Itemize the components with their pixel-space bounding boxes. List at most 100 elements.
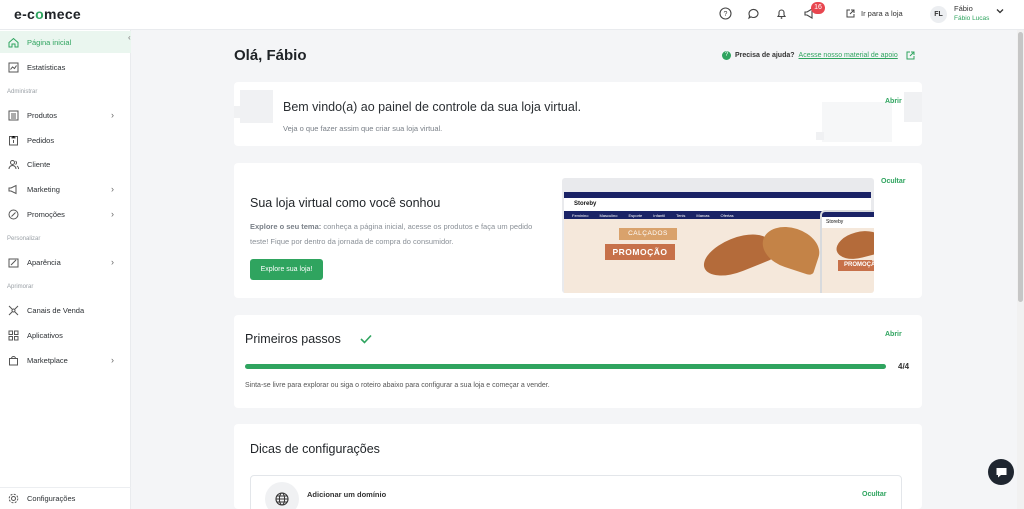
help-label: Precisa de ajuda? <box>735 52 795 59</box>
store-preview-image[interactable]: Storeby Feminino Masculino Esporte Infantil… <box>562 178 874 293</box>
top-bar: e-comece ? 16 Ir para a loja FL Fábio Fá… <box>0 0 1024 30</box>
sidebar-item-marketing[interactable]: Marketing › <box>0 178 131 200</box>
bag-icon <box>7 354 19 366</box>
progress-bar-fill <box>245 364 886 369</box>
chevron-down-icon[interactable] <box>996 7 1004 17</box>
globe-icon <box>265 482 299 509</box>
sidebar-item-sales-channels[interactable]: Canais de Venda <box>0 299 131 321</box>
preview-promo-banner: PROMOÇÃO <box>605 244 675 260</box>
user-name: Fábio <box>954 4 973 13</box>
decoration-block <box>904 92 922 122</box>
welcome-open-button[interactable]: Abrir <box>885 98 902 105</box>
chat-bubble-icon[interactable] <box>746 6 761 21</box>
topbar-icons: ? 16 <box>718 2 825 21</box>
sidebar-item-label: Marketplace <box>27 355 68 365</box>
clients-icon <box>7 158 19 170</box>
home-icon <box>7 36 19 48</box>
chart-icon <box>7 61 19 73</box>
help-link[interactable]: Acesse nosso material de apoio <box>799 52 898 59</box>
external-link-icon[interactable] <box>906 51 915 60</box>
sidebar-section-administrar: Administrar <box>7 89 38 95</box>
megaphone-notification-icon[interactable]: 16 <box>802 2 825 21</box>
sidebar-item-label: Aparência <box>27 257 61 267</box>
sidebar-item-settings[interactable]: Configurações <box>0 487 131 509</box>
chevron-right-icon: › <box>111 355 114 365</box>
help-banner: ? Precisa de ajuda? Acesse nosso materia… <box>722 51 915 60</box>
orders-icon <box>7 134 19 146</box>
sidebar-item-label: Configurações <box>27 494 76 503</box>
channels-icon <box>7 304 19 316</box>
chevron-right-icon: › <box>111 209 114 219</box>
svg-text:?: ? <box>724 11 728 18</box>
store-preview-title: Sua loja virtual como você sonhou <box>250 196 441 210</box>
sidebar-item-promotions[interactable]: Promoções › <box>0 203 131 225</box>
sidebar-item-apps[interactable]: Aplicativos <box>0 324 131 346</box>
app-logo[interactable]: e-comece <box>14 6 81 22</box>
chevron-right-icon: › <box>111 184 114 194</box>
scrollbar-thumb[interactable] <box>1018 32 1023 302</box>
go-to-store-link[interactable]: Ir para a loja <box>846 9 903 18</box>
help-circle-icon[interactable]: ? <box>718 6 733 21</box>
sidebar-item-appearance[interactable]: Aparência › <box>0 251 131 273</box>
scrollbar[interactable] <box>1017 30 1024 509</box>
sidebar-item-label: Aplicativos <box>27 330 63 340</box>
go-to-store-label: Ir para a loja <box>861 9 903 18</box>
tip-item[interactable]: Adicionar um domínio Ocultar <box>250 475 902 509</box>
page-title: Olá, Fábio <box>234 47 307 64</box>
products-icon <box>7 109 19 121</box>
decoration-block <box>822 102 892 142</box>
sidebar-section-personalizar: Personalizar <box>7 236 41 242</box>
gear-icon <box>7 493 19 505</box>
external-link-icon <box>846 9 855 18</box>
sidebar-item-orders[interactable]: Pedidos <box>0 129 131 151</box>
sidebar-item-label: Estatísticas <box>27 62 66 72</box>
tip-hide-button[interactable]: Ocultar <box>862 491 887 498</box>
chat-icon <box>996 467 1006 477</box>
sidebar-item-label: Cliente <box>27 159 51 169</box>
progress-text: 4/4 <box>898 362 910 371</box>
sidebar-item-home[interactable]: Página inicial <box>0 31 131 53</box>
store-preview-description: Explore o seu tema: conheça a página ini… <box>250 222 533 246</box>
sidebar-item-label: Marketing <box>27 184 60 194</box>
sidebar-section-aprimorar: Aprimorar <box>7 284 34 290</box>
avatar[interactable]: FL <box>930 6 947 23</box>
decoration-block <box>816 132 824 140</box>
sidebar-item-products[interactable]: Produtos › <box>0 104 131 126</box>
chat-support-button[interactable] <box>988 459 1014 485</box>
explore-store-button[interactable]: Explore sua loja! <box>250 259 323 280</box>
sidebar-item-clients[interactable]: Cliente <box>0 153 131 175</box>
help-icon: ? <box>722 51 731 60</box>
store-preview-hide-button[interactable]: Ocultar <box>881 178 906 185</box>
welcome-subtitle: Veja o que fazer assim que criar sua loj… <box>283 124 443 133</box>
sidebar-item-label: Página inicial <box>27 37 72 47</box>
first-steps-card: Primeiros passos Abrir 4/4 Sinta-se livr… <box>234 315 922 408</box>
percent-icon <box>7 208 19 220</box>
preview-category-tag: CALÇADOS <box>619 228 677 240</box>
sidebar: Página inicial Estatísticas Administrar … <box>0 30 131 509</box>
sidebar-item-label: Canais de Venda <box>27 305 85 315</box>
preview-mobile-mockup: Storeby PROMOÇÃO <box>820 210 874 293</box>
chevron-right-icon: › <box>111 110 114 120</box>
preview-mobile-brand: Storeby <box>826 219 844 225</box>
store-preview-card: Sua loja virtual como você sonhou Explor… <box>234 163 922 298</box>
chevron-right-icon: › <box>111 257 114 267</box>
sidebar-item-marketplace[interactable]: Marketplace › <box>0 349 131 371</box>
sidebar-collapse-icon[interactable]: ‹ <box>128 33 131 42</box>
bell-icon[interactable] <box>774 6 789 21</box>
user-store-name: Fábio Lucas <box>954 15 990 22</box>
tip-item-label: Adicionar um domínio <box>307 490 387 499</box>
progress-bar <box>245 364 886 369</box>
preview-mobile-promo: PROMOÇÃO <box>838 260 874 271</box>
notification-badge: 16 <box>811 2 825 14</box>
sidebar-item-label: Promoções <box>27 209 65 219</box>
config-tips-title: Dicas de configurações <box>250 442 380 456</box>
sidebar-item-statistics[interactable]: Estatísticas <box>0 56 131 78</box>
first-steps-open-button[interactable]: Abrir <box>885 331 902 338</box>
apps-icon <box>7 329 19 341</box>
first-steps-description: Sinta-se livre para explorar ou siga o r… <box>245 382 550 389</box>
welcome-title: Bem vindo(a) ao painel de controle da su… <box>283 100 582 114</box>
user-info[interactable]: Fábio Fábio Lucas <box>954 4 989 24</box>
sidebar-item-label: Pedidos <box>27 135 55 145</box>
sidebar-item-label: Produtos <box>27 110 58 120</box>
brush-icon <box>7 256 19 268</box>
